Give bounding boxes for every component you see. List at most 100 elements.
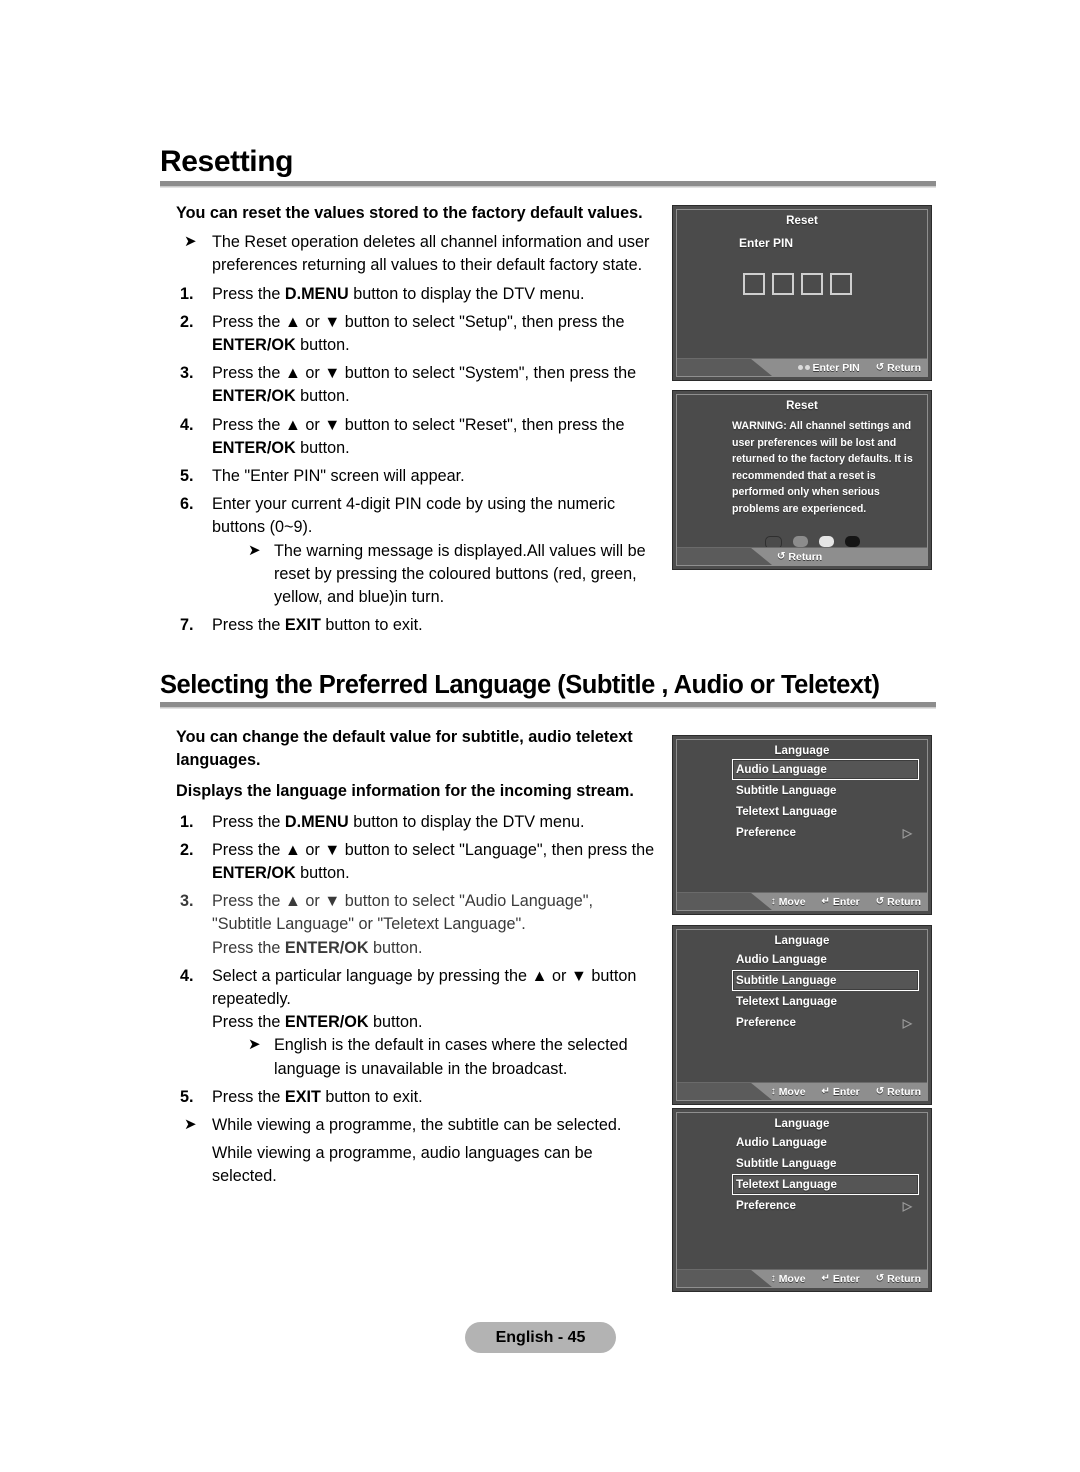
step-bold-a: ENTER/OK [212,438,296,457]
arrow-bullet-icon: ➤ [248,1036,261,1054]
menu-item-label: Preference [736,1199,796,1212]
menu-item-preference[interactable]: Preference ▷ [732,1012,919,1033]
step-bold-a: ENTER/OK [212,336,296,355]
hint-bar-slant [677,1270,772,1287]
language-menu-list: Audio Language Subtitle Language Teletex… [677,1132,927,1216]
pin-digit-3[interactable] [801,273,823,295]
step-text-a: Press the [212,616,285,635]
page-footer-badge: English - 45 [465,1322,616,1353]
screen-hint-bar: ↕ Move ↵ Enter ↺ Return [677,1269,927,1287]
yellow-button-icon[interactable] [819,535,834,547]
hint-list: Enter PIN ↺ Return [797,359,921,376]
hint-enter[interactable]: ↵ Enter [822,1273,860,1285]
tv-screen-language-audio: Language Audio Language Subtitle Languag… [672,735,932,915]
step-number: 5. [180,467,194,486]
menu-item-preference[interactable]: Preference ▷ [732,822,919,843]
hint-move[interactable]: ↕ Move [771,1273,806,1285]
step-number: 4. [180,415,194,434]
enter-key-icon: ↵ [821,1086,830,1097]
blue-button-icon[interactable] [845,535,860,547]
step-number: 6. [180,495,194,514]
step-1: 1. Press the D.MENU button to display th… [176,283,656,306]
screen-hint-bar: ↺ Return [677,547,927,565]
warning-message: WARNING: All channel settings and user p… [732,420,913,515]
screen-title: Reset [786,215,818,227]
return-arrow-icon: ↺ [777,551,786,562]
arrow-bullet-icon: ➤ [184,1116,197,1134]
hint-bar-slant [677,359,772,376]
screen-hint-bar: Enter PIN ↺ Return [677,358,927,376]
enter-key-icon: ↵ [821,896,830,907]
menu-item-teletext-language[interactable]: Teletext Language [732,1174,919,1195]
screen-title: Language [774,1118,830,1130]
tv-screen-enter-pin: Reset Enter PIN Enter PIN ↺ Return [672,205,932,381]
pin-digit-1[interactable] [743,273,765,295]
tv-screen-reset-warning: Reset WARNING: All channel settings and … [672,390,932,570]
sub-text-a: Press the [212,1013,285,1032]
menu-item-label: Preference [736,1016,796,1029]
pin-digit-2[interactable] [772,273,794,295]
note-text: While viewing a programme, audio languag… [212,1144,593,1186]
step-text-a: Press the ▲ or ▼ button to select "Reset… [212,415,625,434]
return-arrow-icon: ↺ [875,896,885,907]
hint-return[interactable]: ↺ Return [876,1086,921,1098]
step-number: 3. [180,364,194,383]
heading-rule [160,701,936,708]
hint-return[interactable]: ↺ Return [876,1273,921,1285]
sub-bold: ENTER/OK [284,1013,369,1032]
step-text-a: The "Enter PIN" screen will appear. [212,467,465,486]
menu-item-subtitle-language[interactable]: Subtitle Language [732,1153,919,1174]
hint-list: ↕ Move ↵ Enter ↺ Return [771,1083,921,1100]
step-text-a: Enter your current 4-digit PIN code by u… [212,495,616,537]
language-body-copy: You can change the default value for sub… [176,726,656,1194]
menu-item-subtitle-language[interactable]: Subtitle Language [732,970,919,991]
two-dots-icon [797,365,810,370]
step-number: 1. [180,812,194,831]
menu-item-preference[interactable]: Preference ▷ [732,1195,919,1216]
menu-item-audio-language[interactable]: Audio Language [732,759,919,780]
menu-item-subtitle-language[interactable]: Subtitle Language [732,780,919,801]
hint-label: Enter [832,895,860,908]
hint-move[interactable]: ↕ Move [771,896,806,908]
hint-label: Move [778,895,806,908]
hint-list: ↕ Move ↵ Enter ↺ Return [771,1270,921,1287]
note-text: The warning message is displayed.All val… [274,541,646,607]
pin-digit-4[interactable] [830,273,852,295]
language-menu-list: Audio Language Subtitle Language Teletex… [677,949,927,1033]
hint-enter[interactable]: ↵ Enter [822,1086,860,1098]
menu-item-label: Teletext Language [736,805,837,818]
note-audio-selectable: While viewing a programme, audio languag… [176,1142,656,1188]
lang-step-2: 2. Press the ▲ or ▼ button to select "La… [176,839,656,885]
step-6: 6. Enter your current 4-digit PIN code b… [176,493,656,609]
pin-input-group[interactable] [743,273,927,295]
enter-key-icon: ↵ [821,1273,830,1284]
menu-item-audio-language[interactable]: Audio Language [732,1132,919,1153]
sub-bold: ENTER/OK [284,938,369,957]
menu-item-teletext-language[interactable]: Teletext Language [732,991,919,1012]
hint-list: ↺ Return [777,548,822,565]
menu-item-label: Audio Language [736,1136,827,1149]
menu-item-teletext-language[interactable]: Teletext Language [732,801,919,822]
hint-return[interactable]: ↺ Return [876,896,921,908]
step-text-b: button to display the DTV menu. [348,812,585,831]
lang-step-3: 3. Press the ▲ or ▼ button to select "Au… [176,890,656,960]
hint-enter[interactable]: ↵ Enter [822,896,860,908]
return-arrow-icon: ↺ [875,362,885,373]
hint-bar-slant [677,548,772,565]
hint-return[interactable]: ↺ Return [876,362,921,374]
hint-move[interactable]: ↕ Move [771,1086,806,1098]
heading-rule [160,180,936,187]
hint-return[interactable]: ↺ Return [777,551,822,563]
hint-list: ↕ Move ↵ Enter ↺ Return [771,893,921,910]
step-subline: Press the ENTER/OK button. [212,937,656,960]
section-heading-resetting: Resetting [160,146,936,187]
step-bold-a: EXIT [284,1087,321,1106]
menu-item-label: Teletext Language [736,995,837,1008]
step-subline: Press the ENTER/OK button. [212,1011,656,1034]
green-button-icon[interactable] [793,535,808,547]
step-3: 3. Press the ▲ or ▼ button to select "Sy… [176,362,656,408]
note-text: The Reset operation deletes all channel … [212,233,650,275]
menu-item-audio-language[interactable]: Audio Language [732,949,919,970]
tv-inner-warning: Reset WARNING: All channel settings and … [676,394,928,566]
hint-enter-pin[interactable]: Enter PIN [797,362,860,374]
